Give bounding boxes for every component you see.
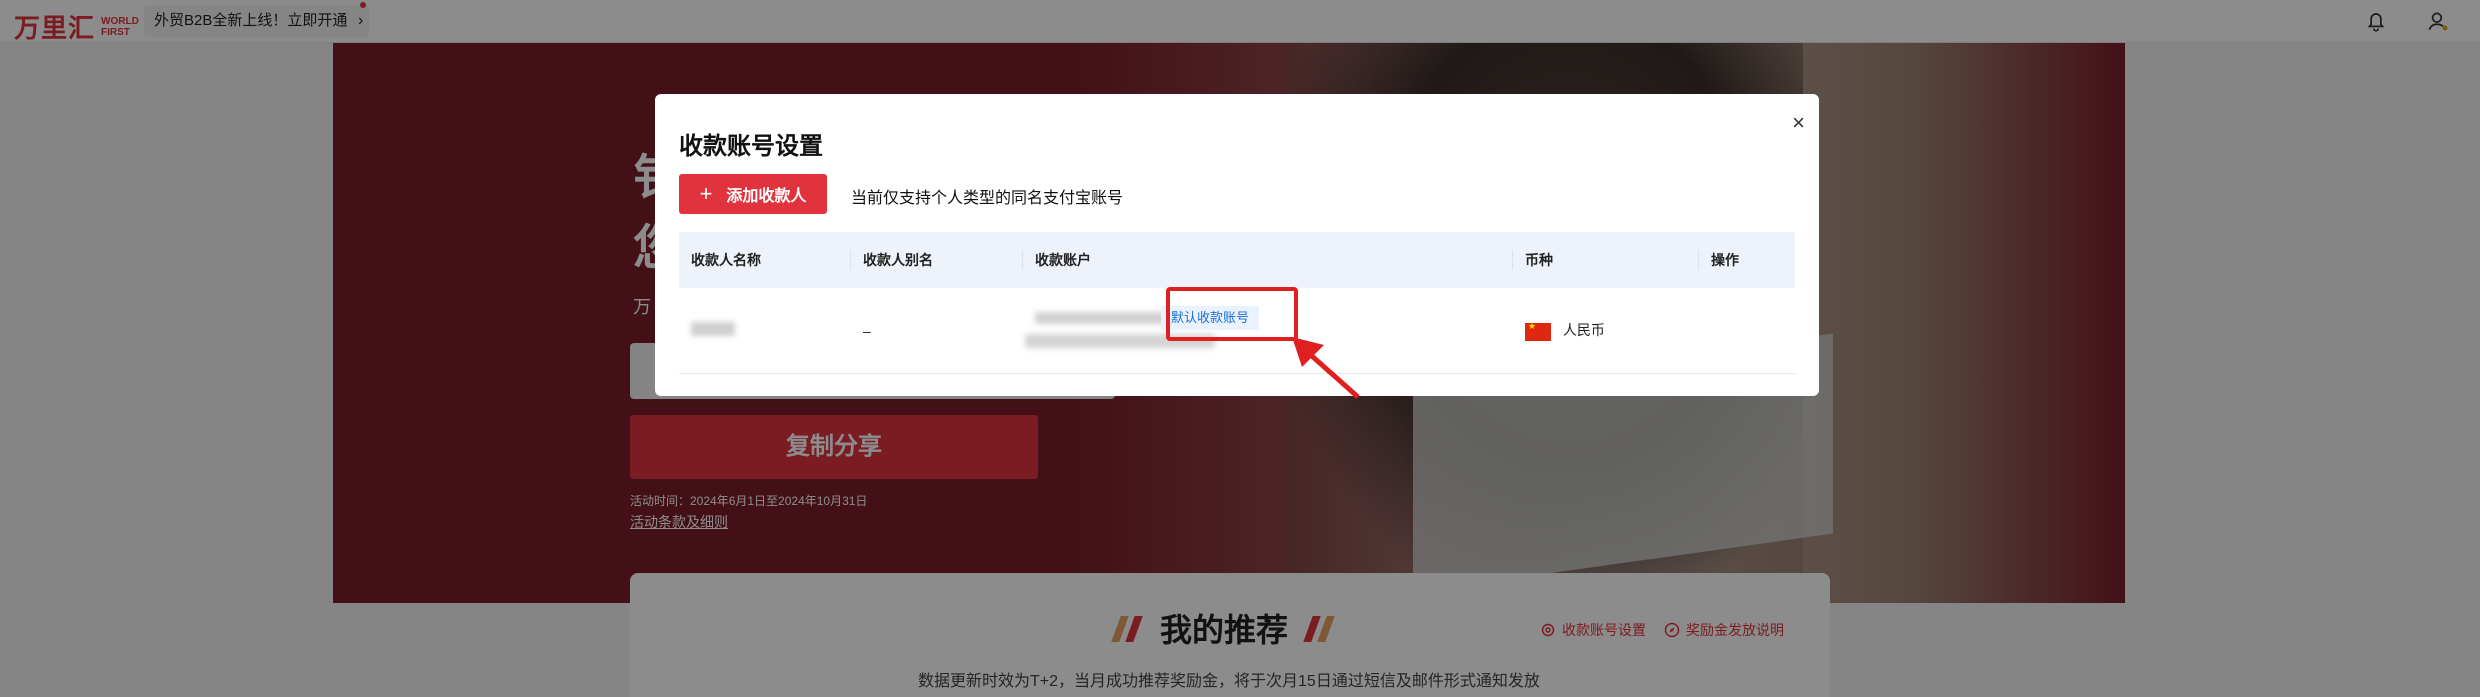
header-payee-name: 收款人名称	[679, 250, 851, 270]
redacted-payee-name	[691, 322, 735, 336]
table-header: 收款人名称 收款人别名 收款账户 币种 操作	[679, 232, 1795, 288]
header-payee-alias: 收款人别名	[851, 250, 1023, 270]
header-actions: 操作	[1711, 252, 1739, 268]
payee-alias-cell: –	[863, 322, 871, 339]
header-currency: 币种	[1513, 250, 1699, 270]
currency-label: 人民币	[1562, 322, 1605, 339]
annotation-highlight-box	[1166, 287, 1298, 341]
modal-title: 收款账号设置	[679, 133, 823, 160]
plus-icon: +	[699, 181, 713, 206]
support-note: 当前仅支持个人类型的同名支付宝账号	[851, 190, 1124, 207]
header-account: 收款账户	[1023, 250, 1513, 270]
payee-account-settings-modal: 收款账号设置 × + 添加收款人 当前仅支持个人类型的同名支付宝账号 收款人名称…	[655, 94, 1819, 396]
annotation-arrow-icon	[1292, 337, 1360, 399]
currency-cell: 人民币	[1513, 320, 1699, 341]
china-flag-icon	[1525, 321, 1551, 341]
payee-name-cell	[679, 322, 851, 339]
add-payee-label: 添加收款人	[726, 188, 807, 205]
close-icon[interactable]: ×	[1792, 110, 1805, 136]
add-payee-button[interactable]: + 添加收款人	[679, 174, 827, 214]
